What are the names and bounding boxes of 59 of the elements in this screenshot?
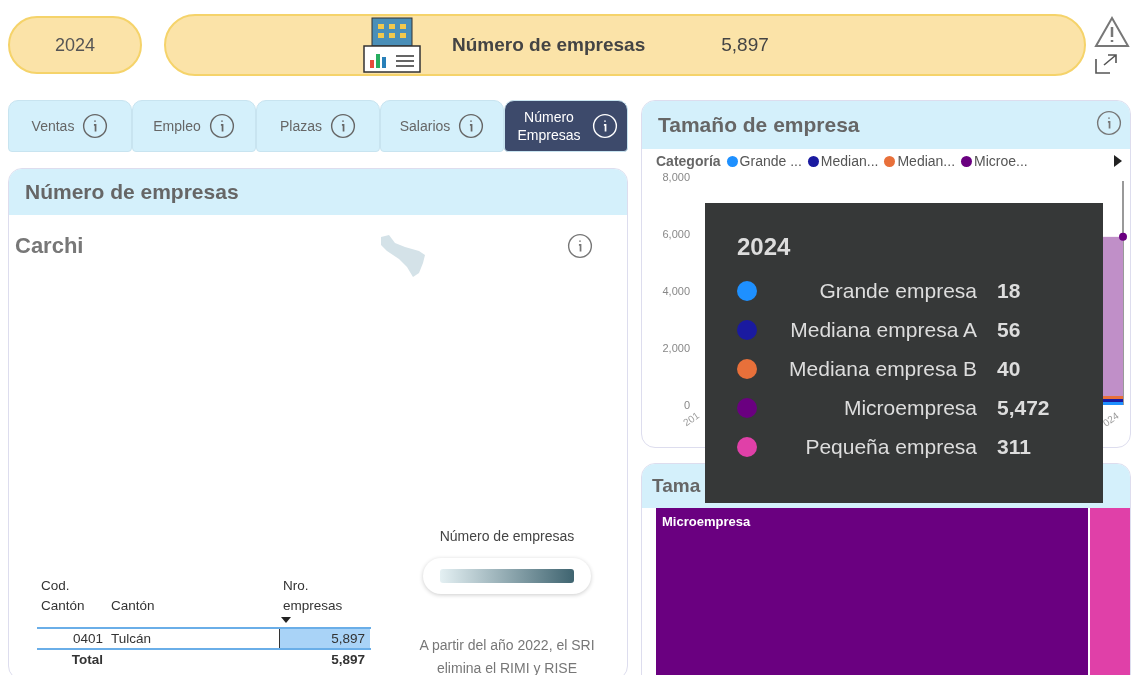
- tooltip-label: Grande empresa: [818, 278, 977, 303]
- tooltip-value: 311: [996, 434, 1032, 459]
- tooltip-value: 18: [996, 278, 1022, 303]
- tooltip-value: 5,472: [996, 395, 1051, 420]
- expand-icon[interactable]: [1094, 53, 1118, 75]
- legend-item[interactable]: Median...: [884, 153, 956, 169]
- building-chart-icon: [362, 16, 422, 74]
- axis-tick-label: 201: [681, 409, 702, 429]
- axis-tick-label: 2,000: [662, 342, 690, 354]
- tooltip-label: Pequeña empresa: [804, 434, 977, 459]
- treemap-tile[interactable]: Microempresa: [656, 508, 1088, 675]
- axis-tick-label: 024: [1100, 410, 1121, 429]
- axis-tick-label: 8,000: [662, 171, 690, 183]
- tab[interactable]: Número Empresas: [504, 100, 628, 152]
- region-name: Carchi: [15, 233, 84, 259]
- sort-descending-icon[interactable]: [281, 616, 291, 623]
- info-icon[interactable]: [330, 113, 356, 139]
- tab[interactable]: Salarios: [380, 100, 504, 152]
- total-value: 5,897: [330, 650, 366, 669]
- info-icon[interactable]: [458, 113, 485, 139]
- legend-title: Categoría: [656, 153, 721, 169]
- treemap-tile[interactable]: [1089, 508, 1130, 675]
- tooltip-value: 40: [996, 356, 1022, 381]
- legend-title: Número de empresas: [439, 528, 575, 545]
- tab[interactable]: Ventas: [8, 100, 132, 152]
- info-icon[interactable]: [1096, 110, 1122, 136]
- table-cell-text: Tulcán: [110, 629, 153, 648]
- data-point: [1119, 232, 1127, 241]
- tab[interactable]: Empleo: [132, 100, 256, 152]
- info-icon[interactable]: [82, 113, 109, 139]
- card-title: Tamaño de empresa: [658, 113, 860, 137]
- tab[interactable]: Plazas: [256, 100, 380, 152]
- column-header[interactable]: Cantón: [107, 596, 279, 617]
- data-bar-cell: 5,897: [279, 628, 369, 648]
- axis-tick-label: 4,000: [662, 285, 690, 297]
- year-filter[interactable]: 2024: [8, 16, 142, 74]
- column-header[interactable]: Nro. empresas: [279, 576, 369, 617]
- axis-tick-label: 6,000: [662, 228, 690, 240]
- tooltip-title: 2024: [737, 233, 792, 261]
- info-icon[interactable]: [567, 233, 593, 259]
- tooltip-label: Microempresa: [842, 395, 977, 420]
- total-label: Total: [70, 650, 104, 669]
- next-arrow-icon[interactable]: [1114, 155, 1122, 167]
- axis-tick-label: 0: [683, 399, 690, 411]
- table-cell-text: 0401: [71, 629, 104, 648]
- tooltip-label: Mediana empresa B: [788, 356, 977, 381]
- card-title: Número de empresas: [25, 180, 239, 204]
- legend-item[interactable]: Median...: [807, 153, 879, 169]
- column-header[interactable]: Cod. Cantón: [37, 576, 107, 617]
- kpi-value: 5,897: [721, 34, 769, 56]
- tooltip-value: 56: [996, 317, 1022, 342]
- legend-item[interactable]: Grande ...: [726, 153, 802, 169]
- info-icon[interactable]: [208, 113, 235, 139]
- legend-item[interactable]: Microe...: [961, 153, 1028, 169]
- kpi-title: Número de empresas: [452, 34, 646, 56]
- card-title: Tama: [652, 475, 701, 497]
- note-text: A partir del año 2022, el SRI elimina el RIMI y RISE: [418, 636, 596, 675]
- warning-icon[interactable]: [1094, 15, 1130, 49]
- tooltip-label: Mediana empresa A: [789, 317, 977, 342]
